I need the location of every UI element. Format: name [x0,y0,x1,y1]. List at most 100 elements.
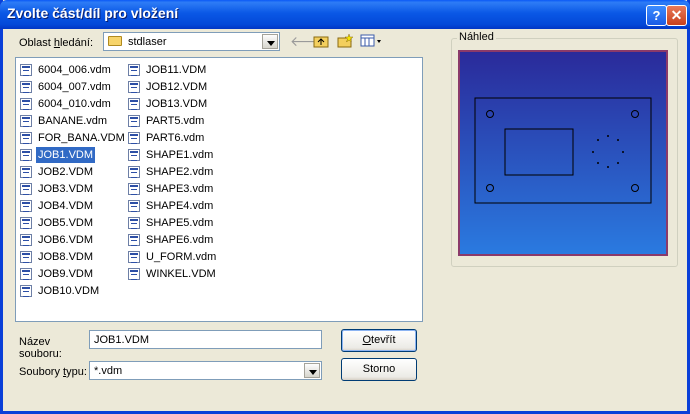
help-icon[interactable]: ? [646,5,667,26]
file-item[interactable]: 6004_006.vdm [18,62,113,78]
file-item[interactable]: PART5.vdm [126,113,206,129]
filename-label: Název souboru: [19,336,62,360]
file-name: 6004_010.vdm [38,98,111,110]
preview-pane [458,50,668,256]
file-name: SHAPE3.vdm [146,183,214,195]
file-item[interactable]: JOB13.VDM [126,96,209,112]
filename-value: JOB1.VDM [94,334,150,346]
file-name: JOB6.VDM [38,234,94,246]
file-name: FOR_BANA.VDM [38,132,125,144]
file-item[interactable]: JOB1.VDM [18,147,96,163]
file-name: JOB8.VDM [38,251,94,263]
file-item[interactable]: SHAPE5.vdm [126,215,215,231]
new-folder-icon[interactable] [336,33,354,49]
file-item[interactable]: JOB4.VDM [18,198,95,214]
vdm-file-icon [20,217,32,229]
vdm-file-icon [20,64,32,76]
chevron-down-icon[interactable] [304,363,320,378]
look-in-label: Oblast hledání: [19,37,94,49]
file-name: WINKEL.VDM [146,268,216,280]
file-item[interactable]: JOB12.VDM [126,79,209,95]
preview-title: Náhled [457,31,496,43]
file-item[interactable]: FOR_BANA.VDM [18,130,127,146]
file-list[interactable]: 6004_006.vdm 6004_007.vdm 6004_010.vdm BANA… [15,57,423,322]
look-in-value: stdlaser [128,36,167,48]
filename-input[interactable]: JOB1.VDM [89,330,322,349]
file-name: JOB4.VDM [38,200,94,212]
filetype-dropdown[interactable]: *.vdm [89,361,322,380]
up-folder-icon[interactable] [312,33,330,49]
vdm-file-icon [20,268,32,280]
file-name: PART5.vdm [146,115,205,127]
vdm-file-icon [128,166,140,178]
file-name: 6004_006.vdm [38,64,111,76]
vdm-file-icon [128,98,140,110]
cancel-button[interactable]: Storno [341,358,417,381]
file-item[interactable]: SHAPE2.vdm [126,164,215,180]
file-name: SHAPE4.vdm [146,200,214,212]
file-item[interactable]: WINKEL.VDM [126,266,218,282]
vdm-file-icon [20,251,32,263]
look-in-dropdown[interactable]: stdlaser [103,32,280,51]
vdm-file-icon [128,234,140,246]
file-item[interactable]: 6004_007.vdm [18,79,113,95]
open-button[interactable]: Otevřít [341,329,417,352]
part-preview-drawing [460,52,666,254]
file-item[interactable]: JOB2.VDM [18,164,95,180]
vdm-file-icon [20,149,32,161]
file-item[interactable]: JOB5.VDM [18,215,95,231]
file-name: JOB13.VDM [146,98,208,110]
filetype-value: *.vdm [94,365,123,377]
vdm-file-icon [128,183,140,195]
title-bar[interactable]: Zvolte část/díl pro vložení ? ✕ [0,0,690,29]
folder-icon [108,36,122,46]
vdm-file-icon [20,183,32,195]
file-item[interactable]: JOB9.VDM [18,266,95,282]
vdm-file-icon [128,268,140,280]
vdm-file-icon [20,132,32,144]
vdm-file-icon [20,285,32,297]
vdm-file-icon [20,234,32,246]
chevron-down-icon[interactable] [262,34,278,49]
file-name: U_FORM.vdm [146,251,217,263]
vdm-file-icon [128,115,140,127]
file-name: JOB11.VDM [146,64,207,76]
file-item[interactable]: JOB10.VDM [18,283,101,299]
close-icon[interactable]: ✕ [666,5,687,26]
file-item[interactable]: JOB8.VDM [18,249,95,265]
file-item[interactable]: SHAPE6.vdm [126,232,215,248]
vdm-file-icon [20,166,32,178]
vdm-file-icon [20,98,32,110]
file-name: JOB10.VDM [38,285,100,297]
file-item[interactable]: JOB11.VDM [126,62,208,78]
file-name: PART6.vdm [146,132,205,144]
file-item[interactable]: JOB6.VDM [18,232,95,248]
file-item[interactable]: SHAPE3.vdm [126,181,215,197]
back-arrow-icon[interactable]: 🡐 [290,33,328,49]
file-name: JOB3.VDM [38,183,94,195]
vdm-file-icon [128,200,140,212]
file-item[interactable]: SHAPE1.vdm [126,147,215,163]
file-name: JOB5.VDM [38,217,94,229]
vdm-file-icon [128,64,140,76]
file-item[interactable]: SHAPE4.vdm [126,198,215,214]
file-name: JOB12.VDM [146,81,208,93]
file-item[interactable]: 6004_010.vdm [18,96,113,112]
vdm-file-icon [20,81,32,93]
vdm-file-icon [128,81,140,93]
file-name: SHAPE2.vdm [146,166,214,178]
view-menu-icon[interactable] [360,33,384,49]
file-item[interactable]: U_FORM.vdm [126,249,218,265]
file-item[interactable]: PART6.vdm [126,130,206,146]
file-item[interactable]: JOB3.VDM [18,181,95,197]
vdm-file-icon [128,217,140,229]
file-name: SHAPE1.vdm [146,149,214,161]
file-name: SHAPE6.vdm [146,234,214,246]
file-item[interactable]: BANANE.vdm [18,113,109,129]
vdm-file-icon [20,115,32,127]
file-name: JOB2.VDM [38,166,94,178]
file-name: SHAPE5.vdm [146,217,214,229]
vdm-file-icon [128,251,140,263]
vdm-file-icon [128,132,140,144]
file-name: JOB1.VDM [36,147,96,163]
